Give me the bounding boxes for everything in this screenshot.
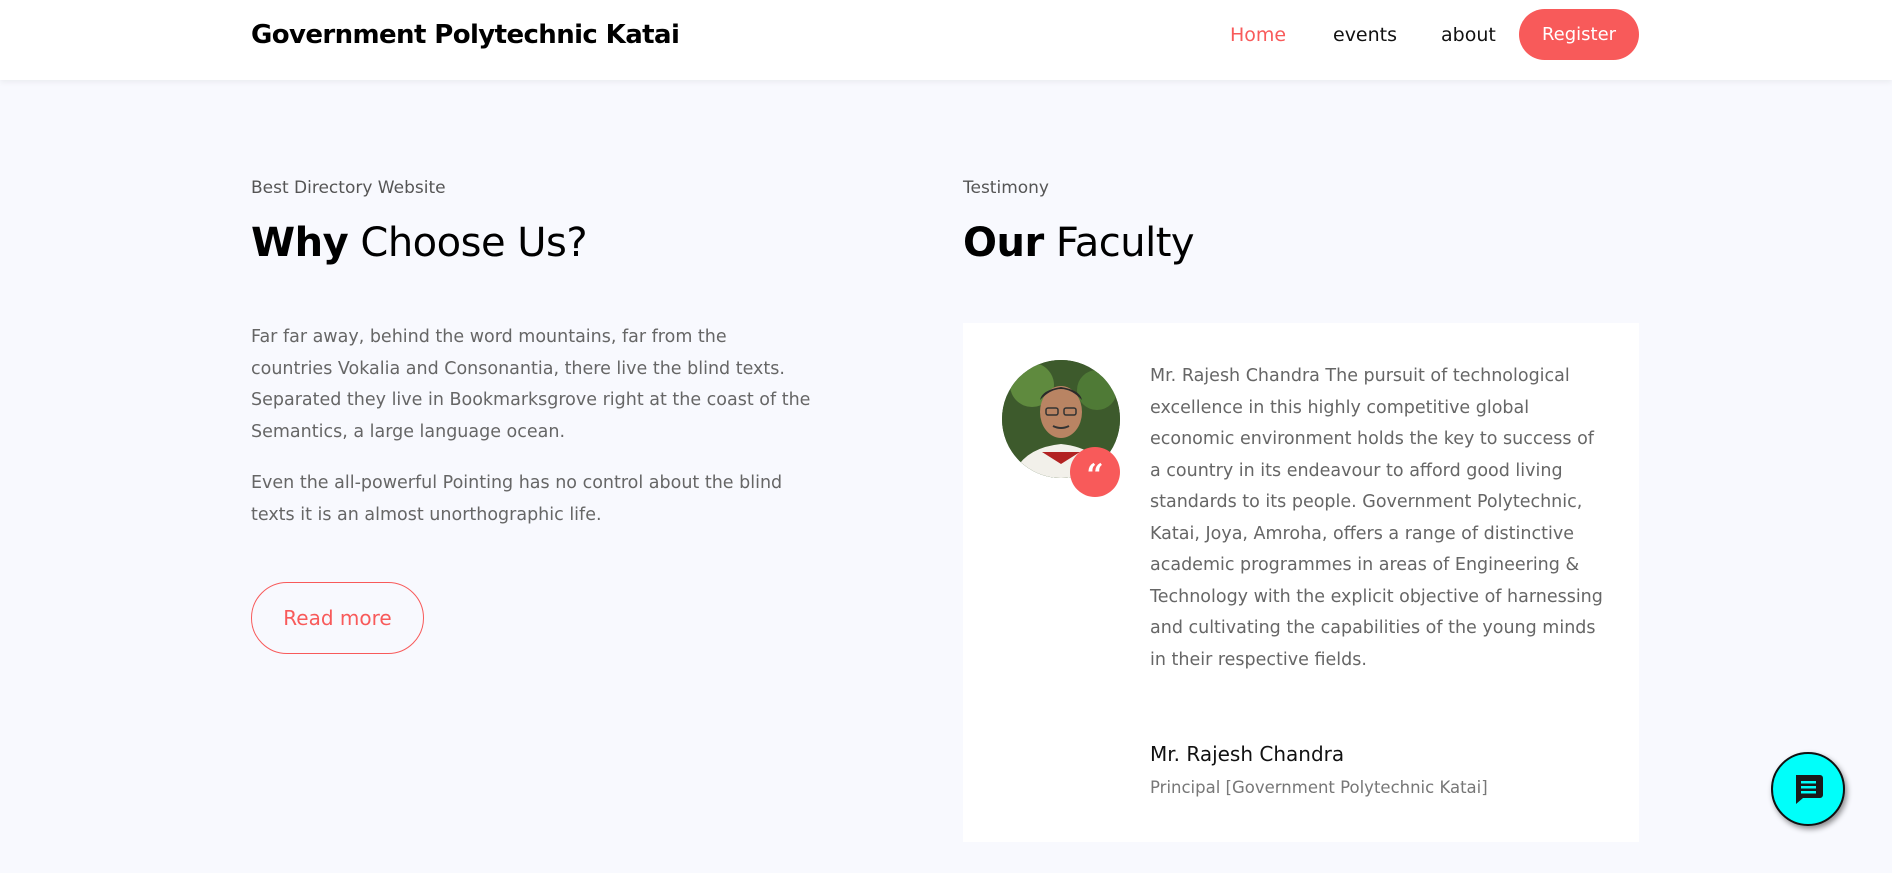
why-paragraph-1: Far far away, behind the word mountains,…	[251, 327, 811, 442]
faculty-heading-bold: Our	[963, 220, 1044, 266]
testimonial-text: Mr. Rajesh Chandra The pursuit of techno…	[1150, 366, 1603, 670]
navbar: Government Polytechnic Katai Home events…	[0, 0, 1892, 80]
faculty-heading-rest: Faculty	[1043, 220, 1195, 266]
quote-icon: “	[1070, 447, 1120, 497]
nav-link-events[interactable]: events	[1333, 24, 1397, 46]
why-heading-bold: Why	[251, 220, 349, 266]
chat-icon	[1796, 775, 1823, 804]
faculty-role: Principal [Government Polytechnic Katai]	[1150, 778, 1488, 797]
faculty-heading: Our Faculty	[963, 220, 1195, 266]
testimonial-card: “ Mr. Rajesh Chandra The pursuit of tech…	[963, 323, 1639, 842]
nav-link-about[interactable]: about	[1441, 24, 1496, 46]
nav-link-home[interactable]: Home	[1230, 24, 1286, 46]
faculty-name: Mr. Rajesh Chandra	[1150, 742, 1345, 766]
why-heading: Why Choose Us?	[251, 220, 588, 266]
why-heading-rest: Choose Us?	[348, 220, 588, 266]
register-button[interactable]: Register	[1519, 9, 1639, 60]
faculty-eyebrow: Testimony	[963, 178, 1049, 198]
chat-button[interactable]	[1771, 752, 1845, 826]
why-eyebrow: Best Directory Website	[251, 178, 446, 198]
why-paragraph-2: Even the all-powerful Pointing has no co…	[251, 473, 783, 525]
read-more-button[interactable]: Read more	[251, 582, 424, 654]
brand-logo-text[interactable]: Government Polytechnic Katai	[251, 20, 680, 50]
